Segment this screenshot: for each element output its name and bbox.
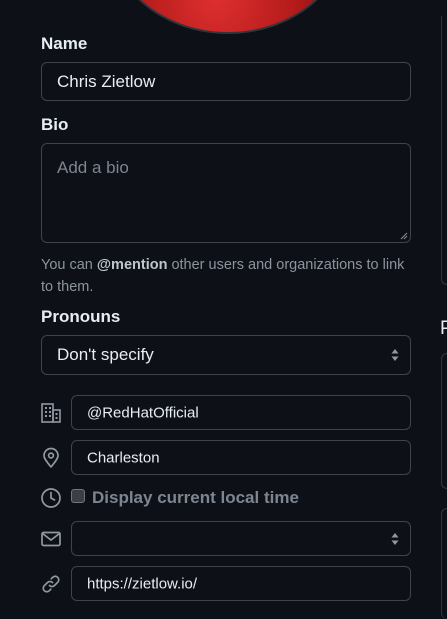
location-input-value: Charleston <box>87 449 160 466</box>
name-label: Name <box>41 34 88 53</box>
mention-hint: You can @mention other users and organiz… <box>41 254 411 298</box>
bio-textarea[interactable]: Add a bio <box>41 143 411 243</box>
building-icon <box>41 403 61 423</box>
select-arrows-icon <box>391 349 399 361</box>
name-input[interactable]: Chris Zietlow <box>41 62 411 101</box>
local-time-label[interactable]: Display current local time <box>92 488 299 508</box>
bio-placeholder: Add a bio <box>57 158 129 177</box>
website-input[interactable]: https://zietlow.io/ <box>71 566 411 601</box>
side-panel-title: P <box>440 318 447 339</box>
pronouns-select[interactable]: Don't specify <box>41 335 411 375</box>
local-time-checkbox[interactable] <box>71 489 85 503</box>
pronouns-select-value: Don't specify <box>57 345 154 364</box>
email-select[interactable] <box>71 521 411 556</box>
website-input-value: https://zietlow.io/ <box>87 575 198 592</box>
side-panel-edge <box>441 353 447 489</box>
side-panel-edge <box>441 16 447 285</box>
select-arrows-icon <box>391 532 399 545</box>
clock-icon <box>41 488 61 508</box>
company-input-value: @RedHatOfficial <box>87 404 199 421</box>
company-input[interactable]: @RedHatOfficial <box>71 395 411 430</box>
bio-label: Bio <box>41 115 69 134</box>
avatar <box>108 0 348 34</box>
mention-keyword: @mention <box>96 257 168 273</box>
link-icon <box>42 575 60 593</box>
mention-hint-prefix: You can <box>41 257 97 273</box>
location-pin-icon <box>43 447 59 468</box>
mail-icon <box>41 531 61 547</box>
name-input-value: Chris Zietlow <box>57 71 156 91</box>
location-input[interactable]: Charleston <box>71 440 411 475</box>
resize-grip-icon[interactable] <box>400 232 408 240</box>
pronouns-label: Pronouns <box>41 307 121 326</box>
side-panel-edge <box>441 508 447 619</box>
